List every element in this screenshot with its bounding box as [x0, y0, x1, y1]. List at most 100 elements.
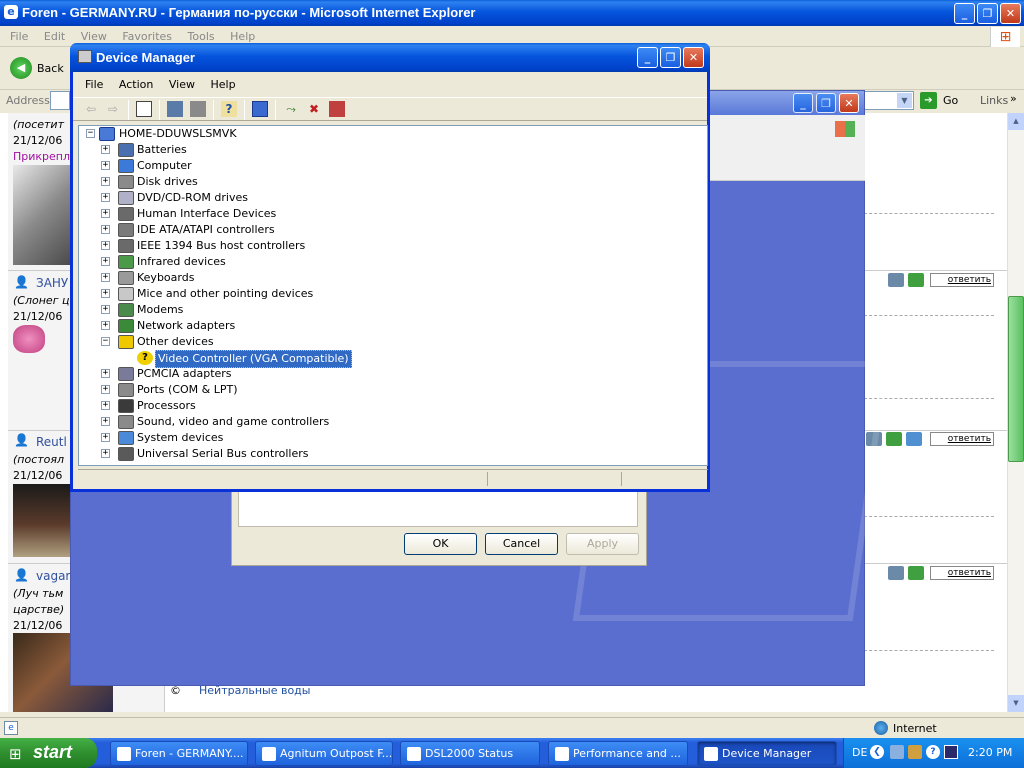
taskbar-button[interactable]: Foren - GERMANY.... [110, 741, 248, 766]
expand-icon[interactable]: + [101, 449, 110, 458]
expand-icon[interactable]: + [101, 369, 110, 378]
address-input[interactable] [50, 91, 70, 110]
scroll-thumb[interactable] [1008, 296, 1024, 462]
ie-menu-file[interactable]: File [0, 26, 34, 47]
dm-menu-view[interactable]: View [163, 76, 201, 94]
windows-logo-icon: ⊞ [990, 27, 1020, 47]
update-driver-icon[interactable]: ⤳ [283, 101, 299, 117]
print-icon[interactable] [888, 566, 904, 580]
post-attachment-link[interactable]: Прикрепл [13, 150, 70, 163]
go-button[interactable]: ➔ Go [920, 91, 964, 110]
links-label[interactable]: Links [980, 94, 1008, 107]
user-check-icon[interactable] [886, 432, 902, 446]
firewall-icon[interactable] [908, 745, 922, 759]
ie-minimize-button[interactable]: _ [954, 3, 975, 24]
help-icon[interactable]: ? [926, 745, 940, 759]
maximize-button[interactable]: ❐ [816, 93, 836, 113]
dm-menu-help[interactable]: Help [204, 76, 241, 94]
expand-icon[interactable]: + [101, 433, 110, 442]
dm-titlebar[interactable]: Device Manager _ ❐ ✕ [70, 43, 710, 72]
infrared-icon [118, 255, 134, 269]
expand-icon[interactable]: + [101, 225, 110, 234]
ie-maximize-button[interactable]: ❐ [977, 3, 998, 24]
expand-icon[interactable]: + [101, 417, 110, 426]
taskbar-button[interactable]: Agnitum Outpost F... [255, 741, 393, 766]
tree-node-label: Mice and other pointing devices [137, 287, 314, 300]
help-icon[interactable]: ? [221, 101, 237, 117]
reply-button[interactable]: ответить [930, 273, 994, 287]
system-device-icon [118, 431, 134, 445]
tree-node-label: Network adapters [137, 319, 236, 332]
maximize-button[interactable]: ❐ [660, 47, 681, 68]
edit-icon[interactable] [906, 432, 922, 446]
expand-icon[interactable]: + [101, 177, 110, 186]
reply-button[interactable]: ответить [930, 566, 994, 580]
expand-icon[interactable]: + [101, 305, 110, 314]
print-icon[interactable] [190, 101, 206, 117]
cancel-button[interactable]: Cancel [485, 533, 558, 555]
collapse-icon[interactable]: − [86, 129, 95, 138]
tree-node-label: Modems [137, 303, 184, 316]
ok-button[interactable]: OK [404, 533, 477, 555]
user-check-icon[interactable] [908, 566, 924, 580]
expand-icon[interactable]: + [101, 289, 110, 298]
start-button[interactable]: ⊞ start [0, 738, 97, 768]
tree-node-label: IEEE 1394 Bus host controllers [137, 239, 306, 252]
collapse-icon[interactable]: − [101, 337, 110, 346]
expand-icon[interactable]: + [101, 161, 110, 170]
post-username[interactable]: Reutl [36, 435, 67, 449]
warning-device-icon: ? [137, 351, 153, 365]
scan-hardware-icon[interactable] [252, 101, 268, 117]
expand-icon[interactable]: + [101, 145, 110, 154]
ie-close-button[interactable]: ✕ [1000, 3, 1021, 24]
device-manager-window: Device Manager _ ❐ ✕ File Action View He… [70, 43, 710, 492]
expand-icon[interactable]: + [101, 257, 110, 266]
ie-scrollbar[interactable]: ▲ ▼ [1007, 113, 1024, 712]
taskbar-button[interactable]: Performance and ... [548, 741, 688, 766]
ie-menu-edit[interactable]: Edit [38, 26, 71, 47]
show-hide-tree-icon[interactable] [136, 101, 152, 117]
post-username[interactable]: vagar [36, 569, 70, 583]
links-chevron-icon[interactable]: » [1010, 92, 1017, 105]
back-button[interactable]: ◀ Back [8, 56, 68, 82]
dm-title: Device Manager [96, 50, 195, 65]
tray-app-icon[interactable] [944, 745, 958, 759]
apply-button[interactable]: Apply [566, 533, 639, 555]
address-dropdown[interactable]: ▼ [862, 91, 914, 110]
tree-node-label: Processors [137, 399, 196, 412]
tree-node-label: Infrared devices [137, 255, 226, 268]
scroll-up-button[interactable]: ▲ [1008, 113, 1024, 130]
avatar [13, 165, 71, 265]
expand-icon[interactable]: + [101, 209, 110, 218]
taskbar-button[interactable]: Device Manager [697, 741, 837, 766]
network-icon[interactable] [890, 745, 904, 759]
properties-icon[interactable] [167, 101, 183, 117]
print-icon[interactable] [888, 273, 904, 287]
close-button[interactable]: ✕ [839, 93, 859, 113]
dm-menu-file[interactable]: File [79, 76, 109, 94]
user-check-icon[interactable] [908, 273, 924, 287]
expand-icon[interactable]: + [101, 241, 110, 250]
cdrom-icon [118, 191, 134, 205]
scroll-down-button[interactable]: ▼ [1008, 695, 1024, 712]
forward-icon[interactable]: ⇨ [105, 101, 121, 117]
uninstall-icon[interactable]: ✖ [306, 101, 322, 117]
chevron-left-icon[interactable]: ❮ [870, 745, 884, 759]
expand-icon[interactable]: + [101, 385, 110, 394]
minimize-button[interactable]: _ [793, 93, 813, 113]
ie-titlebar[interactable]: e Foren - GERMANY.RU - Германия по-русск… [0, 0, 1024, 26]
taskbar-button[interactable]: DSL2000 Status [400, 741, 540, 766]
disable-device-icon[interactable] [329, 101, 345, 117]
control-panel-icon [555, 747, 569, 761]
minimize-button[interactable]: _ [637, 47, 658, 68]
expand-icon[interactable]: + [101, 321, 110, 330]
reply-button[interactable]: ответить [930, 432, 994, 446]
dm-menu-action[interactable]: Action [113, 76, 159, 94]
close-button[interactable]: ✕ [683, 47, 704, 68]
expand-icon[interactable]: + [101, 273, 110, 282]
language-indicator[interactable]: DE [852, 746, 867, 759]
post-username[interactable]: ЗАНУ [36, 276, 68, 290]
expand-icon[interactable]: + [101, 401, 110, 410]
expand-icon[interactable]: + [101, 193, 110, 202]
back-icon[interactable]: ⇦ [83, 101, 99, 117]
